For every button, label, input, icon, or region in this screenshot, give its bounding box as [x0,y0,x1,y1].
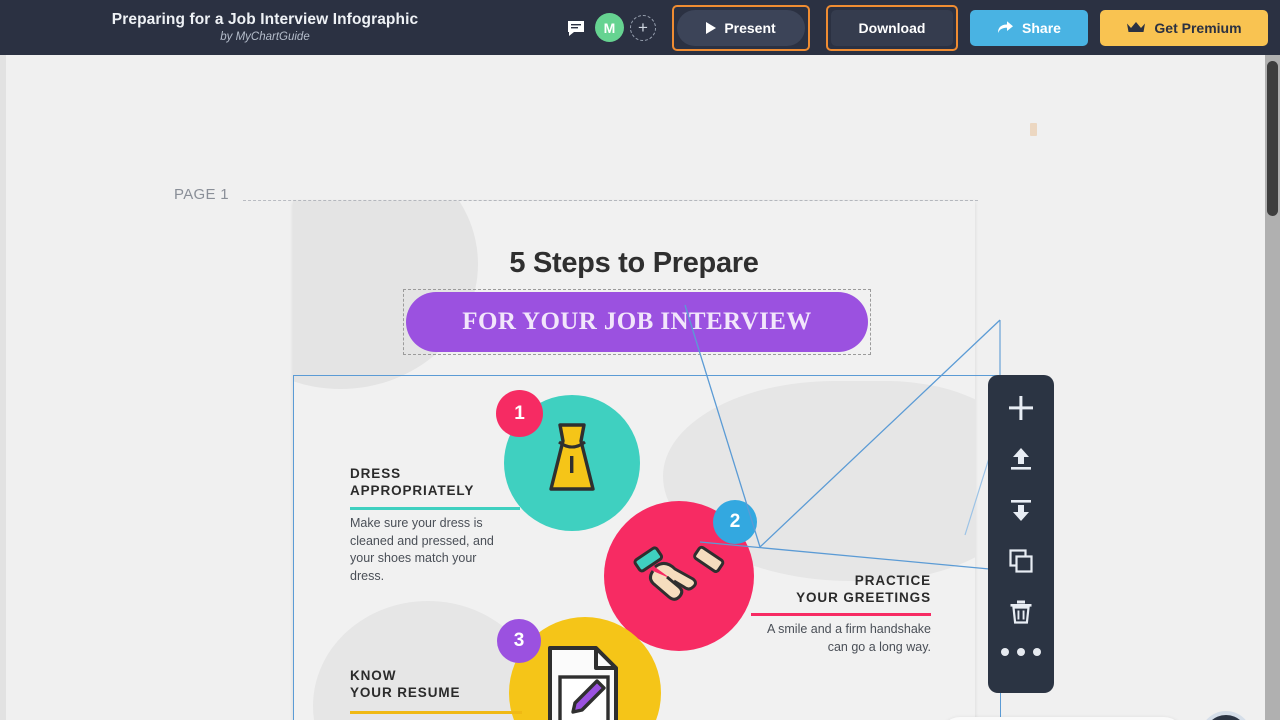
download-button[interactable]: Download [831,9,953,46]
get-premium-button-label: Get Premium [1154,19,1242,36]
duplicate-button[interactable] [998,538,1044,584]
avatar[interactable]: M [595,13,624,42]
plus-icon [1009,396,1033,420]
present-button-label: Present [724,19,776,36]
step-1-body[interactable]: Make sure your dress is cleaned and pres… [350,515,510,585]
infographic-subtitle-label: FOR YOUR JOB INTERVIEW [462,308,812,335]
step-1-heading-line2: APPROPRIATELY [350,483,475,498]
document-pencil-icon [548,646,618,720]
vertical-scroll-track[interactable] [1265,55,1280,720]
page-label: PAGE 1 [174,186,229,203]
step-3-heading-line2: YOUR RESUME [350,685,461,700]
document-author: by MyChartGuide [220,31,310,43]
send-backward-button[interactable] [998,487,1044,533]
arrow-down-to-line-icon [1011,500,1031,521]
play-icon [706,21,717,34]
comment-icon[interactable] [561,13,591,43]
more-options-button[interactable] [1001,648,1041,656]
step-3-heading-line1: KNOW [350,668,397,683]
infographic-title[interactable]: 5 Steps to Prepare [293,247,975,280]
copy-icon [1009,549,1033,573]
handshake-icon [633,545,725,601]
bring-forward-button[interactable] [998,436,1044,482]
share-arrow-icon [998,21,1014,33]
app-header: Preparing for a Job Interview Infographi… [0,0,1280,55]
add-collaborator-icon[interactable]: + [630,14,656,41]
document-page[interactable]: 5 Steps to Prepare FOR YOUR JOB INTERVIE… [293,201,975,720]
document-title-block[interactable]: Preparing for a Job Interview Infographi… [0,0,530,55]
share-button[interactable]: Share [970,9,1088,46]
step-2-badge[interactable]: 2 [713,500,757,544]
step-2-heading-line2: YOUR GREETINGS [796,590,931,605]
step-1-badge[interactable]: 1 [496,390,543,437]
step-1-heading-line1: DRESS [350,466,402,481]
share-button-label: Share [1022,19,1061,36]
infographic-subtitle-selection[interactable]: FOR YOUR JOB INTERVIEW [403,289,871,355]
present-button[interactable]: Present [677,9,805,46]
crown-icon [1127,22,1146,32]
horizontal-scroll-track-left[interactable] [0,55,6,720]
object-toolbar[interactable] [988,375,1054,693]
infographic-subtitle-pill[interactable]: FOR YOUR JOB INTERVIEW [406,292,868,352]
step-2-rule [751,613,931,616]
step-3-heading[interactable]: KNOW YOUR RESUME [350,667,460,701]
step-2-body[interactable]: A smile and a firm handshake can go a lo… [751,621,931,656]
present-highlight: Present [672,4,810,51]
download-highlight: Download [826,4,958,51]
step-1-rule [350,507,520,510]
add-element-button[interactable] [998,385,1044,431]
arrow-up-to-line-icon [1011,448,1031,470]
header-actions: M + Present Download Share Get Premium [561,0,1280,55]
page-title: Preparing for a Job Interview Infographi… [111,11,419,28]
step-1-heading[interactable]: DRESS APPROPRIATELY [350,465,474,499]
text-cursor-marker [1030,123,1037,136]
step-3-badge[interactable]: 3 [497,619,541,663]
ellipsis-dot [1017,648,1025,656]
step-3-rule [350,711,522,714]
trash-icon [1010,600,1032,624]
help-button[interactable]: ? [1204,715,1248,720]
vertical-scroll-thumb[interactable] [1267,61,1278,216]
get-premium-button[interactable]: Get Premium [1100,9,1268,46]
editor-workspace[interactable]: PAGE 1 5 Steps to Prepare FOR YOUR JOB I… [0,55,1280,720]
step-2-heading-line1: PRACTICE [854,573,931,588]
delete-button[interactable] [998,589,1044,635]
step-2-heading[interactable]: PRACTICE YOUR GREETINGS [745,572,931,606]
ellipsis-dot [1033,648,1041,656]
dress-icon [549,423,595,491]
ellipsis-dot [1001,648,1009,656]
